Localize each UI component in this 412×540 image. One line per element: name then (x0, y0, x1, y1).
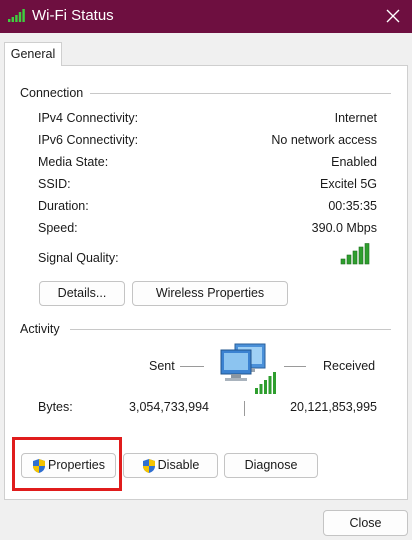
duration-label: Duration: (38, 199, 89, 213)
uac-shield-icon (33, 458, 45, 473)
ipv4-label: IPv4 Connectivity: (38, 111, 139, 125)
activity-divider (70, 329, 391, 330)
received-bytes-value: 20,121,853,995 (290, 400, 377, 414)
close-button[interactable]: Close (323, 510, 408, 536)
received-connector-line (284, 366, 306, 367)
bytes-divider (244, 401, 245, 416)
network-computers-icon (220, 343, 276, 394)
ipv6-value: No network access (271, 133, 377, 147)
title-bar: Wi-Fi Status (0, 0, 412, 33)
speed-value: 390.0 Mbps (311, 221, 377, 235)
diagnose-button[interactable]: Diagnose (224, 453, 318, 478)
received-label: Received (323, 359, 376, 373)
connection-divider (90, 93, 391, 94)
duration-value: 00:35:35 (328, 199, 377, 213)
details-button[interactable]: Details... (39, 281, 125, 306)
signal-strength-icon (340, 243, 370, 265)
connection-heading: Connection (20, 86, 84, 100)
signal-quality-label: Signal Quality: (38, 251, 119, 265)
close-icon[interactable] (382, 5, 404, 27)
window-title: Wi-Fi Status (32, 7, 114, 24)
media-state-value: Enabled (331, 155, 377, 169)
ipv6-label: IPv6 Connectivity: (38, 133, 139, 147)
tab-general[interactable]: General (4, 42, 62, 66)
sent-bytes-value: 3,054,733,994 (129, 400, 209, 414)
sent-label: Sent (149, 359, 175, 373)
properties-button-label: Properties (48, 458, 105, 472)
media-state-label: Media State: (38, 155, 109, 169)
ipv4-value: Internet (334, 111, 377, 125)
disable-button-label: Disable (157, 458, 200, 472)
wireless-properties-button[interactable]: Wireless Properties (132, 281, 288, 306)
uac-shield-icon (142, 458, 155, 473)
ssid-label: SSID: (38, 177, 71, 191)
speed-label: Speed: (38, 221, 78, 235)
ssid-value: Excitel 5G (320, 177, 377, 191)
disable-button[interactable]: Disable (123, 453, 218, 478)
properties-button[interactable]: Properties (21, 453, 116, 478)
sent-connector-line (180, 366, 204, 367)
activity-heading: Activity (20, 322, 60, 336)
wifi-signal-icon (8, 9, 25, 22)
bytes-label: Bytes: (38, 400, 73, 414)
